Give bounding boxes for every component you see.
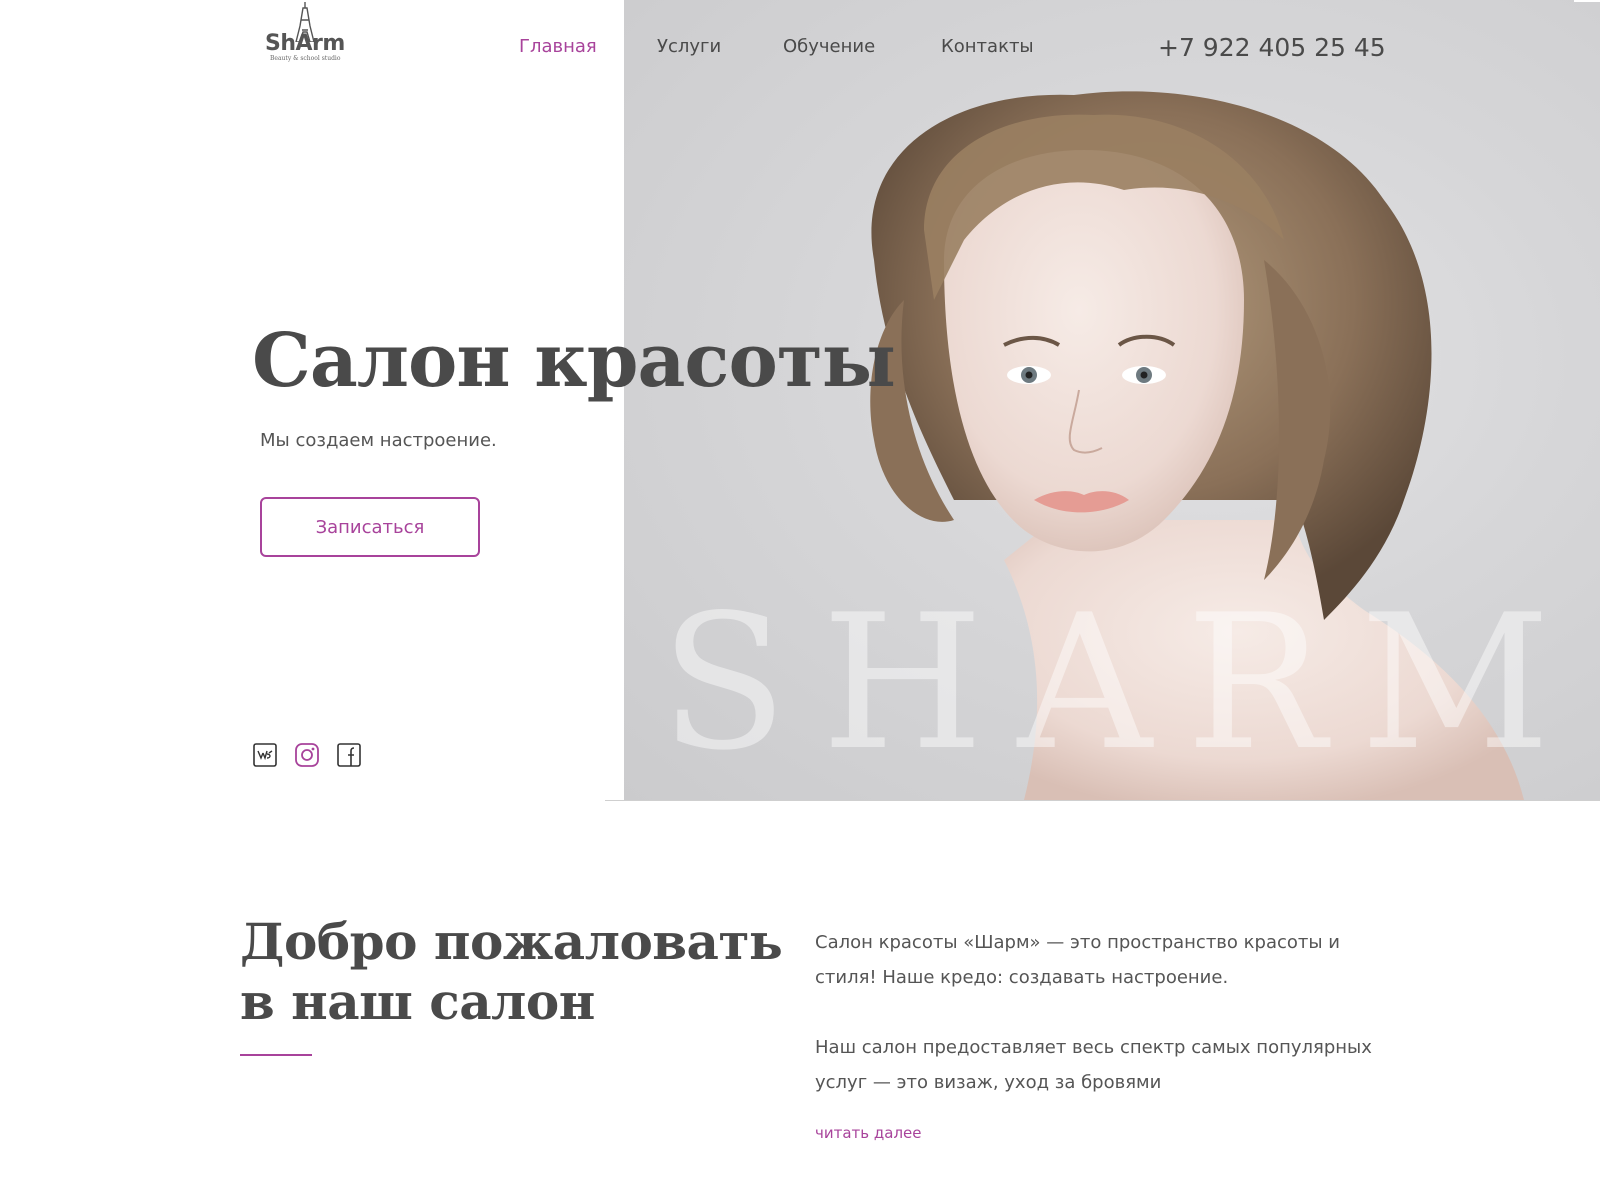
- phone-number[interactable]: +7 922 405 25 45: [1158, 33, 1386, 62]
- hero-watermark: SHARM: [660, 574, 1585, 791]
- logo-subtitle: Beauty & school studio: [270, 55, 341, 62]
- corner-mark: [1574, 0, 1600, 2]
- nav-item-services-label[interactable]: Услуги: [657, 36, 721, 57]
- logo-text: ShArm: [265, 31, 345, 56]
- hero-bottom-line: [605, 800, 1600, 801]
- nav-item-education[interactable]: Обучение: [783, 36, 875, 57]
- welcome-accent-line: [240, 1054, 312, 1056]
- site-logo[interactable]: ShArm Beauty & school studio: [264, 0, 354, 68]
- instagram-icon[interactable]: [295, 743, 319, 767]
- welcome-title: Добро пожаловать в наш салон: [240, 912, 783, 1032]
- nav-item-home[interactable]: Главная: [519, 36, 597, 57]
- read-more-link[interactable]: читать далее: [815, 1124, 922, 1142]
- nav-item-contacts-label[interactable]: Контакты: [941, 36, 1034, 57]
- hero-subtitle: Мы создаем настроение.: [260, 430, 497, 451]
- welcome-paragraph-1: Салон красоты «Шарм» — это пространство …: [815, 932, 1341, 988]
- welcome-title-line1: Добро пожаловать: [240, 912, 783, 971]
- welcome-title-line2: в наш салон: [240, 972, 595, 1031]
- vk-icon[interactable]: [253, 743, 277, 767]
- welcome-paragraph-2: Наш салон предоставляет весь спектр самы…: [815, 1037, 1372, 1093]
- nav-item-home-label[interactable]: Главная: [519, 36, 597, 57]
- nav-item-contacts[interactable]: Контакты: [941, 36, 1034, 57]
- hero-title: Салон красоты: [252, 318, 896, 404]
- nav-item-services[interactable]: Услуги: [657, 36, 721, 57]
- nav-item-education-label[interactable]: Обучение: [783, 36, 875, 57]
- signup-button[interactable]: Записаться: [260, 497, 480, 557]
- facebook-icon[interactable]: [337, 743, 361, 767]
